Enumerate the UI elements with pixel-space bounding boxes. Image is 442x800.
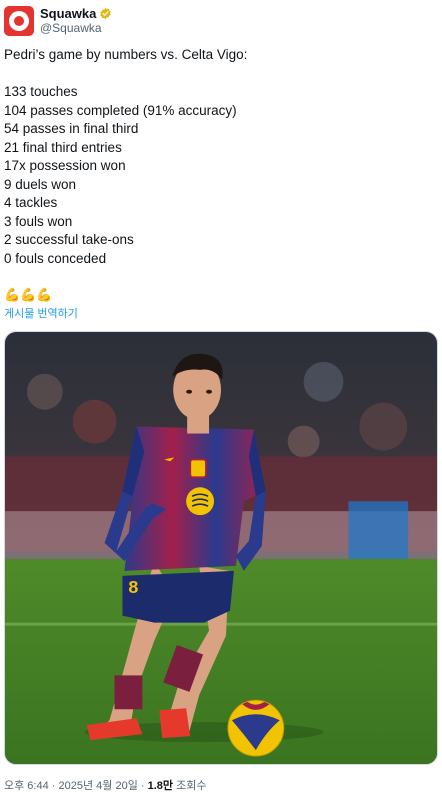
tweet-date[interactable]: 2025년 4월 20일 xyxy=(59,780,138,792)
stat-line: 3 fouls won xyxy=(4,213,73,229)
tweet-photo[interactable]: 8 xyxy=(4,331,438,765)
views-label: 조회수 xyxy=(176,780,207,792)
football-player-image: 8 xyxy=(5,332,437,764)
meta-separator: · xyxy=(140,780,145,792)
handle[interactable]: @Squawka xyxy=(40,21,112,36)
stat-line: 104 passes completed (91% accuracy) xyxy=(4,102,237,118)
tweet-header: Squawka @Squawka xyxy=(4,4,112,38)
views-count: 1.8만 xyxy=(147,780,174,792)
tweet-text: Pedri’s game by numbers vs. Celta Vigo: … xyxy=(4,46,434,268)
translate-post-link[interactable]: 게시물 번역하기 xyxy=(4,307,78,321)
stat-line: 21 final third entries xyxy=(4,139,122,155)
stat-line: 54 passes in final third xyxy=(4,121,139,136)
squawka-logo-icon xyxy=(9,11,29,31)
verified-badge-icon xyxy=(100,7,112,20)
author-names: Squawka @Squawka xyxy=(40,6,112,36)
display-name-row: Squawka xyxy=(40,6,112,21)
flexed-biceps-emoji: 💪💪💪 xyxy=(4,287,53,302)
avatar[interactable] xyxy=(4,6,34,36)
tweet-intro: Pedri’s game by numbers vs. Celta Vigo: xyxy=(4,47,248,62)
stat-line: 0 fouls conceded xyxy=(4,250,107,266)
stat-line: 2 successful take-ons xyxy=(4,232,134,247)
tweet-time[interactable]: 오후 6:44 xyxy=(4,780,49,792)
stat-line: 17x possession won xyxy=(4,158,126,173)
stat-line: 4 tackles xyxy=(4,195,58,210)
display-name[interactable]: Squawka xyxy=(40,6,96,21)
meta-separator: · xyxy=(51,780,56,792)
stat-line: 9 duels won xyxy=(4,176,77,192)
tweet-meta: 오후 6:44 · 2025년 4월 20일 · 1.8만 조회수 xyxy=(4,779,206,793)
shirt-number: 8 xyxy=(128,577,138,597)
stat-line: 133 touches xyxy=(4,84,78,99)
